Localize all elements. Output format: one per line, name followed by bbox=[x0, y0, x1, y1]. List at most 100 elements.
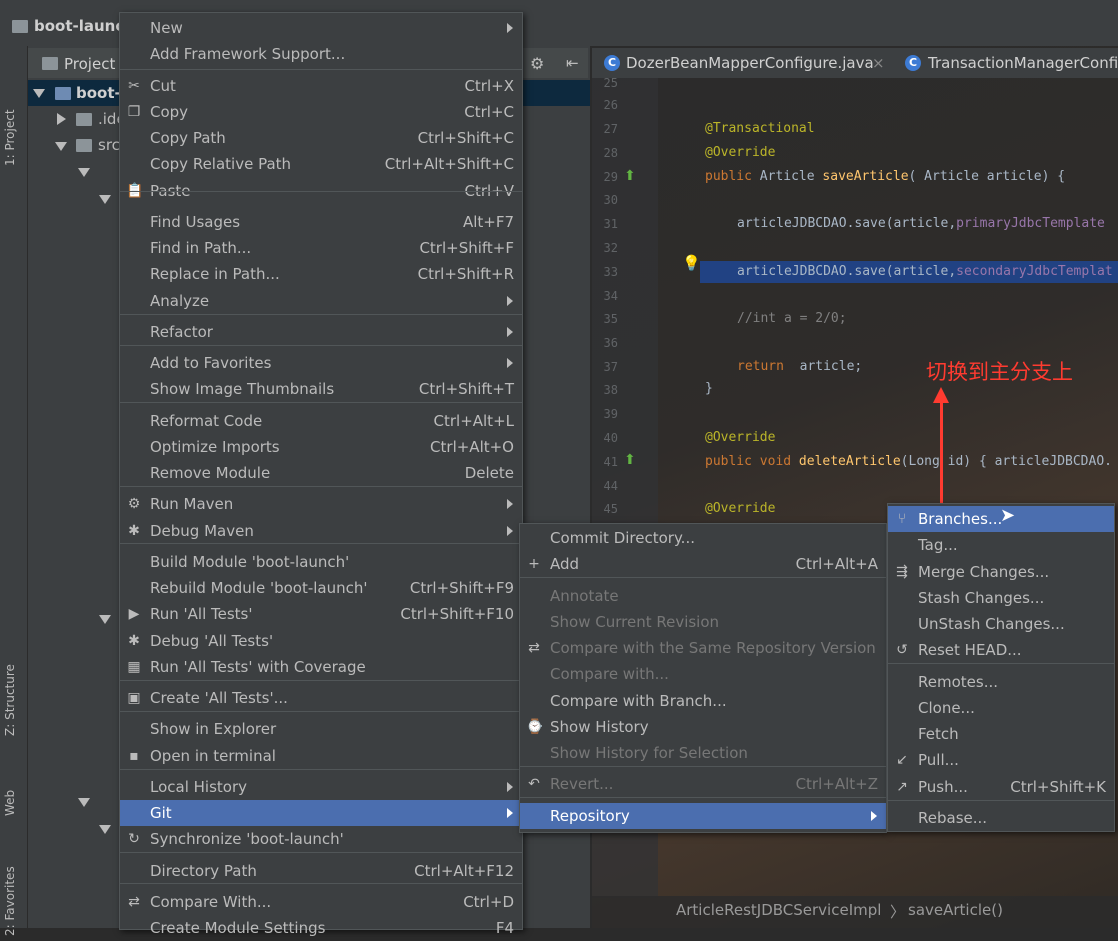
menu-item-directory-path[interactable]: Directory Path Ctrl+Alt+F12 bbox=[120, 858, 522, 884]
menu-separator bbox=[120, 314, 522, 315]
menu-item-rebase[interactable]: Rebase... bbox=[888, 805, 1114, 831]
menu-item-create-module-settings[interactable]: Create Module Settings F4 bbox=[120, 915, 522, 941]
expand-triangle-icon[interactable] bbox=[78, 798, 90, 807]
menu-item-show-history[interactable]: ⌚ Show History bbox=[520, 714, 886, 740]
menu-item-remotes[interactable]: Remotes... bbox=[888, 669, 1114, 695]
menu-item-build-module-boot-launch[interactable]: Build Module 'boot-launch' bbox=[120, 549, 522, 575]
tree-root-node[interactable]: boot- bbox=[76, 84, 121, 102]
menu-item-find-usages[interactable]: Find Usages Alt+F7 bbox=[120, 209, 522, 235]
tree-node-src[interactable]: src bbox=[98, 136, 120, 154]
settings-gear-icon[interactable]: ⚙ bbox=[530, 54, 544, 73]
menu-item-run-all-tests[interactable]: ▶ Run 'All Tests' Ctrl+Shift+F10 bbox=[120, 601, 522, 627]
menu-item-synchronize-boot-launch[interactable]: ↻ Synchronize 'boot-launch' bbox=[120, 826, 522, 852]
menu-item-show-in-explorer[interactable]: Show in Explorer bbox=[120, 716, 522, 742]
menu-item-show-current-revision[interactable]: Show Current Revision bbox=[520, 609, 886, 635]
menu-item-label: Directory Path bbox=[150, 862, 257, 880]
line-number: 45 bbox=[603, 502, 618, 516]
menu-item-optimize-imports[interactable]: Optimize Imports Ctrl+Alt+O bbox=[120, 434, 522, 460]
menu-item-compare-with-branch[interactable]: Compare with Branch... bbox=[520, 688, 886, 714]
implementation-marker-icon[interactable]: ⬆ bbox=[624, 168, 636, 184]
menu-item-cut[interactable]: ✂ Cut Ctrl+X bbox=[120, 73, 522, 99]
run-maven-icon: ⚙ bbox=[127, 496, 141, 512]
menu-item-show-history-for-selection[interactable]: Show History for Selection bbox=[520, 740, 886, 766]
breadcrumb-class[interactable]: ArticleRestJDBCServiceImpl bbox=[676, 901, 881, 919]
menu-item-debug-maven[interactable]: ✱ Debug Maven bbox=[120, 518, 522, 544]
menu-item-analyze[interactable]: Analyze bbox=[120, 288, 522, 314]
menu-item-repository[interactable]: Repository bbox=[520, 803, 886, 829]
menu-item-compare-with[interactable]: Compare with... bbox=[520, 661, 886, 687]
menu-separator bbox=[120, 486, 522, 487]
menu-item-refactor[interactable]: Refactor bbox=[120, 319, 522, 345]
menu-item-remove-module[interactable]: Remove Module Delete bbox=[120, 460, 522, 486]
web-tool-tab[interactable]: Web bbox=[3, 790, 17, 816]
favorites-tool-tab[interactable]: 2: Favorites bbox=[3, 866, 17, 936]
menu-item-open-in-terminal[interactable]: ▪ Open in terminal bbox=[120, 743, 522, 769]
menu-item-compare-with[interactable]: ⇄ Compare With... Ctrl+D bbox=[120, 889, 522, 915]
menu-item-run-maven[interactable]: ⚙ Run Maven bbox=[120, 491, 522, 517]
line-number: 40 bbox=[603, 431, 618, 445]
expand-triangle-icon[interactable] bbox=[78, 168, 90, 177]
implementation-marker-icon[interactable]: ⬆ bbox=[624, 452, 636, 468]
expand-triangle-icon[interactable] bbox=[33, 89, 45, 98]
submenu-arrow-icon bbox=[507, 526, 513, 536]
menu-item-label: Push... bbox=[918, 778, 968, 796]
menu-item-annotate[interactable]: Annotate bbox=[520, 583, 886, 609]
menu-item-add[interactable]: + Add Ctrl+Alt+A bbox=[520, 551, 886, 577]
menu-item-add-framework-support[interactable]: Add Framework Support... bbox=[120, 41, 522, 67]
menu-separator bbox=[888, 800, 1114, 801]
menu-item-label: Synchronize 'boot-launch' bbox=[150, 830, 344, 848]
expand-triangle-icon[interactable] bbox=[55, 142, 67, 151]
menu-item-copy[interactable]: ❐ Copy Ctrl+C bbox=[120, 99, 522, 125]
menu-item-add-to-favorites[interactable]: Add to Favorites bbox=[120, 350, 522, 376]
menu-separator bbox=[120, 402, 522, 403]
menu-item-rebuild-module-boot-launch[interactable]: Rebuild Module 'boot-launch' Ctrl+Shift+F… bbox=[120, 575, 522, 601]
menu-item-shortcut: Ctrl+Shift+K bbox=[1010, 778, 1106, 796]
project-tool-tab[interactable]: 1: Project bbox=[3, 109, 17, 166]
editor-tab[interactable]: TransactionManagerConfig bbox=[928, 54, 1118, 72]
menu-item-push[interactable]: ↗ Push... Ctrl+Shift+K bbox=[888, 774, 1114, 800]
lightbulb-icon[interactable]: 💡 bbox=[682, 254, 701, 272]
menu-item-label: Build Module 'boot-launch' bbox=[150, 553, 350, 571]
breadcrumb-method[interactable]: saveArticle() bbox=[908, 901, 1003, 919]
menu-item-copy-relative-path[interactable]: Copy Relative Path Ctrl+Alt+Shift+C bbox=[120, 151, 522, 177]
menu-item-run-all-tests-with-coverage[interactable]: ▦ Run 'All Tests' with Coverage bbox=[120, 654, 522, 680]
menu-item-merge-changes[interactable]: ⇶ Merge Changes... bbox=[888, 559, 1114, 585]
menu-item-reformat-code[interactable]: Reformat Code Ctrl+Alt+L bbox=[120, 408, 522, 434]
menu-item-commit-directory[interactable]: Commit Directory... bbox=[520, 525, 886, 551]
menu-item-git[interactable]: Git bbox=[120, 800, 522, 826]
line-number: 37 bbox=[603, 360, 618, 374]
menu-item-label: Optimize Imports bbox=[150, 438, 280, 456]
menu-item-replace-in-path[interactable]: Replace in Path... Ctrl+Shift+R bbox=[120, 261, 522, 287]
editor-tab[interactable]: DozerBeanMapperConfigure.java bbox=[626, 54, 874, 72]
project-panel-title[interactable]: Project bbox=[64, 55, 115, 73]
menu-item-compare-with-the-same-repository-version[interactable]: ⇄ Compare with the Same Repository Versio… bbox=[520, 635, 886, 661]
menu-item-copy-path[interactable]: Copy Path Ctrl+Shift+C bbox=[120, 125, 522, 151]
nav-root-label[interactable]: boot-launc bbox=[34, 17, 124, 35]
menu-item-debug-all-tests[interactable]: ✱ Debug 'All Tests' bbox=[120, 628, 522, 654]
code-token: articleJDBCDAO.save(article, bbox=[737, 264, 957, 279]
menu-item-reset-head[interactable]: ↺ Reset HEAD... bbox=[888, 637, 1114, 663]
menu-item-tag[interactable]: Tag... bbox=[888, 532, 1114, 558]
hide-panel-icon[interactable]: ⇤ bbox=[566, 54, 579, 72]
menu-item-clone[interactable]: Clone... bbox=[888, 695, 1114, 721]
expand-triangle-icon[interactable] bbox=[99, 615, 111, 624]
close-tab-icon[interactable]: × bbox=[872, 54, 885, 72]
menu-item-revert[interactable]: ↶ Revert... Ctrl+Alt+Z bbox=[520, 771, 886, 797]
collapse-triangle-icon[interactable] bbox=[57, 113, 66, 125]
menu-item-show-image-thumbnails[interactable]: Show Image Thumbnails Ctrl+Shift+T bbox=[120, 376, 522, 402]
menu-item-new[interactable]: New bbox=[120, 15, 522, 41]
menu-item-pull[interactable]: ↙ Pull... bbox=[888, 747, 1114, 773]
menu-item-fetch[interactable]: Fetch bbox=[888, 721, 1114, 747]
left-tool-strip: 1: Project Z: Structure Web 2: Favorites bbox=[0, 46, 28, 936]
structure-tool-tab[interactable]: Z: Structure bbox=[3, 664, 17, 736]
menu-item-unstash-changes[interactable]: UnStash Changes... bbox=[888, 611, 1114, 637]
expand-triangle-icon[interactable] bbox=[99, 825, 111, 834]
expand-triangle-icon[interactable] bbox=[99, 195, 111, 204]
menu-item-local-history[interactable]: Local History bbox=[120, 774, 522, 800]
menu-item-find-in-path[interactable]: Find in Path... Ctrl+Shift+F bbox=[120, 235, 522, 261]
submenu-arrow-icon bbox=[871, 811, 877, 821]
line-number: 33 bbox=[603, 265, 618, 279]
menu-item-create-all-tests[interactable]: ▣ Create 'All Tests'... bbox=[120, 685, 522, 711]
menu-item-label: Add bbox=[550, 555, 580, 573]
menu-item-stash-changes[interactable]: Stash Changes... bbox=[888, 585, 1114, 611]
